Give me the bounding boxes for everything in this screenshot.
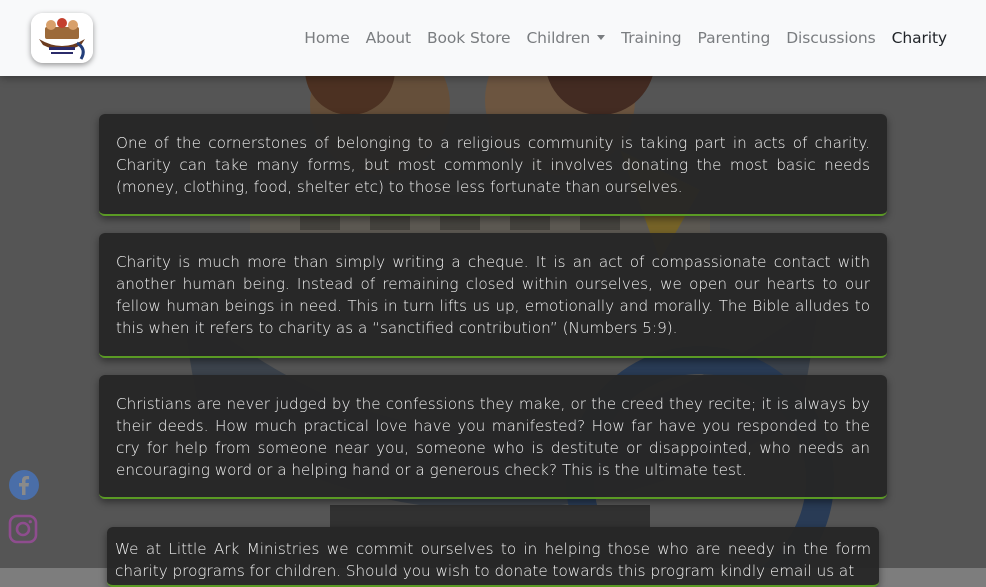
site-logo[interactable]	[31, 13, 93, 63]
facebook-link[interactable]	[8, 469, 40, 505]
nav-about[interactable]: About	[366, 29, 411, 47]
content-card-3: Christians are never judged by the confe…	[99, 375, 887, 499]
nav-children-label: Children	[526, 29, 591, 47]
nav-training[interactable]: Training	[621, 29, 681, 47]
facebook-icon	[9, 470, 39, 500]
paragraph-deeds: Christians are never judged by the confe…	[116, 395, 870, 479]
nav-home[interactable]: Home	[304, 29, 349, 47]
nav-children-dropdown[interactable]: Children	[526, 29, 606, 47]
instagram-link[interactable]	[8, 514, 38, 548]
nav-book-store[interactable]: Book Store	[427, 29, 511, 47]
nav-parenting[interactable]: Parenting	[698, 29, 771, 47]
nav-charity[interactable]: Charity	[892, 29, 947, 47]
content-card-2: Charity is much more than simply writing…	[99, 233, 887, 358]
paragraph-commitment: We at Little Ark Ministries we commit ou…	[115, 540, 871, 580]
content-card-4: We at Little Ark Ministries we commit ou…	[107, 527, 879, 587]
chevron-down-icon	[597, 35, 606, 40]
top-navbar: Home About Book Store Children Training …	[0, 0, 986, 76]
instagram-icon	[8, 514, 38, 544]
nav-discussions[interactable]: Discussions	[786, 29, 876, 47]
paragraph-charity-intro: One of the cornerstones of belonging to …	[116, 134, 870, 196]
ark-logo-icon	[31, 13, 93, 63]
paragraph-compassionate-contact: Charity is much more than simply writing…	[116, 253, 870, 337]
main-nav: Home About Book Store Children Training …	[288, 29, 947, 47]
content-card-1: One of the cornerstones of belonging to …	[99, 114, 887, 216]
